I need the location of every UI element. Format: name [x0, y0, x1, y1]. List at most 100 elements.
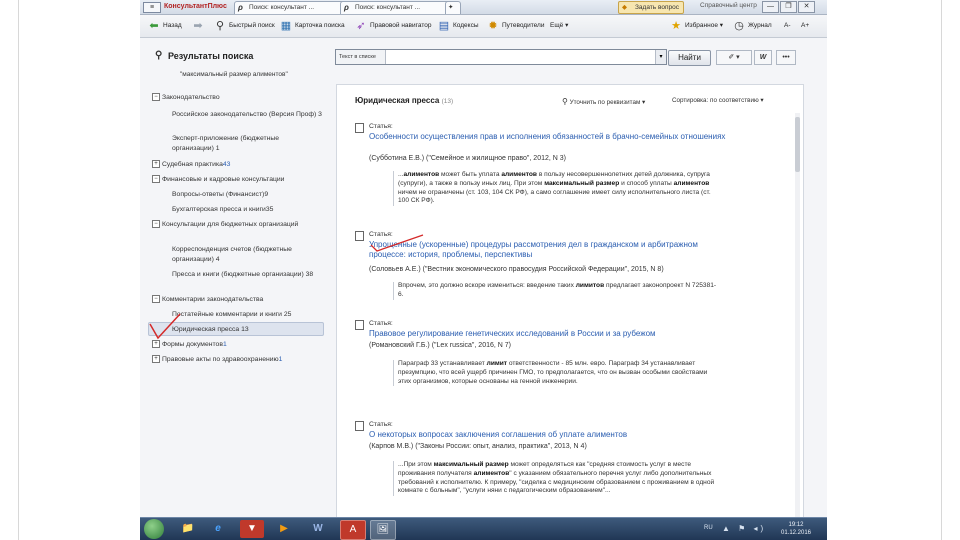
collapse-icon[interactable]: − — [152, 295, 160, 304]
main-toolbar: ⬅ Назад ➡ ⚲ Быстрый поиск ▦ Карточка пои… — [140, 15, 827, 38]
snippet-text: Параграф 33 устанавливает — [398, 360, 487, 367]
start-button[interactable] — [144, 519, 164, 539]
entry-snippet: ...алиментов может быть уплата алиментов… — [393, 171, 718, 207]
favorites-button[interactable]: ★ Избранное ▾ — [670, 20, 723, 32]
check-mark-annotation — [149, 313, 181, 340]
snippet-keyword: алиментов — [403, 171, 440, 178]
compass-icon: ✹ — [488, 20, 498, 32]
filter-search-box: Текст в списке ▾ — [335, 49, 667, 65]
snippet-text: и способ уплаты — [619, 179, 674, 187]
entry-source: (Субботина Е.В.) ("Семейное и жилищное п… — [369, 155, 566, 162]
tree-subitem-selected[interactable]: Юридическая пресса 13 — [172, 325, 322, 335]
tree-item-healthcare-acts[interactable]: + Правовые акты по здравоохранению1 — [152, 355, 282, 365]
refine-link[interactable]: ⚲ Уточнить по реквизитам ▾ — [562, 97, 645, 106]
entry-kind: Статья: — [369, 123, 393, 130]
document-icon — [355, 421, 364, 431]
collapse-icon[interactable]: − — [152, 220, 160, 229]
clock[interactable]: 19:12 01.12.2016 — [776, 521, 816, 537]
snippet-text: ...При этом — [398, 461, 434, 468]
entry-title-link[interactable]: Особенности осуществления прав и исполне… — [369, 132, 729, 142]
pdf-icon[interactable]: A — [340, 520, 366, 540]
history-button[interactable]: ◷ Журнал — [733, 20, 772, 32]
clock-icon: ◷ — [734, 20, 744, 32]
entry-title-link[interactable]: О некоторых вопросах заключения соглашен… — [369, 430, 729, 440]
snippet-text: может быть уплата — [439, 171, 502, 178]
tab-search-1[interactable]: ρ Поиск: консультант ... × — [234, 1, 350, 14]
menu-icon[interactable]: ≡ — [143, 2, 161, 13]
minimize-button[interactable]: — — [762, 1, 779, 13]
app-brand: КонсультантПлюс — [164, 3, 227, 10]
tree-subitem[interactable]: Бухгалтерская пресса и книги35 — [172, 205, 322, 215]
tree-item-legislation[interactable]: − Законодательство — [152, 93, 220, 103]
star-icon: ★ — [671, 20, 681, 32]
word-icon[interactable]: W — [306, 520, 330, 538]
sort-dropdown[interactable]: Сортировка: по соответствию ▾ — [672, 97, 764, 104]
consultant-app-icon[interactable]: 🖼 — [370, 520, 396, 540]
title-bar: ≡ КонсультантПлюс ρ Поиск: консультант .… — [140, 0, 827, 15]
new-tab-button[interactable]: ✦ — [445, 1, 461, 14]
tree-subitem[interactable]: Эксперт-приложение (бюджетные организаци… — [172, 134, 322, 153]
more-menu[interactable]: Ещё ▾ — [550, 20, 568, 32]
snippet-keyword: лимит — [486, 360, 508, 367]
search-icon: ρ — [238, 3, 243, 12]
document-icon — [355, 123, 364, 133]
back-button[interactable]: ⬅ Назад — [148, 20, 181, 32]
search-icon: ⚲ — [155, 50, 163, 61]
tree-subitem[interactable]: Корреспонденция счетов (бюджетные органи… — [172, 245, 322, 264]
entry-title-link[interactable]: Правовое регулирование генетических иссл… — [369, 329, 729, 339]
quick-search-button[interactable]: ⚲ Быстрый поиск — [214, 20, 275, 32]
tree-subitem[interactable]: Постатейные комментарии и книги 25 — [172, 310, 322, 320]
tree-subitem[interactable]: Российское законодательство (Версия Проф… — [172, 110, 322, 120]
legal-navigator-button[interactable]: ➶ Правовой навигатор — [355, 20, 431, 32]
snippet-keyword: алиментов — [673, 179, 710, 187]
tree-item-court-practice[interactable]: + Судебная практика43 — [152, 160, 230, 170]
edit-menu-button[interactable]: ✐ ▾ — [716, 50, 752, 65]
help-center-link[interactable]: Справочный центр — [700, 2, 757, 9]
codes-button[interactable]: ▤ Кодексы — [438, 20, 479, 32]
margin-line — [941, 0, 942, 540]
more-options-button[interactable]: ••• — [776, 50, 796, 65]
maximize-button[interactable]: ❐ — [780, 1, 797, 13]
results-heading: ⚲ Результаты поиска — [155, 50, 254, 61]
font-decrease-button[interactable]: A- — [784, 20, 791, 32]
expand-icon[interactable]: + — [152, 355, 160, 364]
arrow-right-icon: ➡ — [193, 20, 203, 32]
navigator-icon: ➶ — [356, 20, 366, 32]
question-icon: ◆ — [622, 4, 627, 11]
language-indicator[interactable]: RU — [704, 525, 713, 531]
tree-item-commentary[interactable]: − Комментарии законодательства — [152, 295, 263, 305]
chevron-down-icon[interactable]: ▾ — [655, 50, 666, 64]
find-button[interactable]: Найти — [668, 50, 711, 66]
font-increase-button[interactable]: A+ — [801, 20, 809, 32]
collapse-icon[interactable]: − — [152, 93, 160, 102]
downloader-icon[interactable]: ▼ — [240, 520, 264, 538]
entry-snippet: ...При этом максимальный размер может оп… — [393, 461, 718, 497]
consultant-window: ≡ КонсультантПлюс ρ Поиск: консультант .… — [140, 0, 827, 540]
snippet-keyword: максимальный размер — [544, 179, 620, 187]
search-scope-label: Текст в списке — [336, 50, 386, 64]
tree-item-budget-consultations[interactable]: − Консультации для бюджетных организаций — [152, 220, 312, 230]
tab-search-2[interactable]: ρ Поиск: консультант ... × — [340, 1, 456, 14]
scrollbar[interactable] — [795, 113, 800, 521]
expand-icon[interactable]: + — [152, 160, 160, 169]
close-window-button[interactable]: ✕ — [798, 1, 815, 13]
forward-button[interactable]: ➡ — [192, 20, 207, 32]
ie-icon[interactable]: e — [206, 520, 230, 538]
scrollbar-thumb[interactable] — [795, 117, 800, 172]
system-tray[interactable]: ▲ ⚑ ◂) — [722, 524, 766, 533]
tree-subitem[interactable]: Вопросы-ответы (Финансист)9 — [172, 190, 322, 200]
card-search-button[interactable]: ▦ Карточка поиска — [280, 20, 345, 32]
snippet-text: Впрочем, это должно вскоре измениться: в… — [398, 282, 576, 289]
explorer-icon[interactable]: 📁 — [176, 520, 200, 538]
navigators-button[interactable]: ✹ Путеводители — [487, 20, 544, 32]
tree-item-financial-consultations[interactable]: − Финансовые и кадровые консультации — [152, 175, 284, 185]
search-icon: ⚲ — [215, 20, 225, 32]
ask-question-button[interactable]: ◆ Задать вопрос — [618, 1, 684, 14]
media-icon[interactable]: ▶ — [272, 520, 296, 538]
snippet-keyword: максимальный размер — [433, 461, 509, 468]
word-export-button[interactable]: W — [754, 50, 772, 65]
tree-subitem[interactable]: Пресса и книги (бюджетные организации) 3… — [172, 270, 322, 280]
collapse-icon[interactable]: − — [152, 175, 160, 184]
search-query: "максимальный размер алиментов" — [180, 71, 288, 78]
snippet-text: ничем не ограничены (ст. 103, 104 СК РФ)… — [398, 188, 711, 205]
